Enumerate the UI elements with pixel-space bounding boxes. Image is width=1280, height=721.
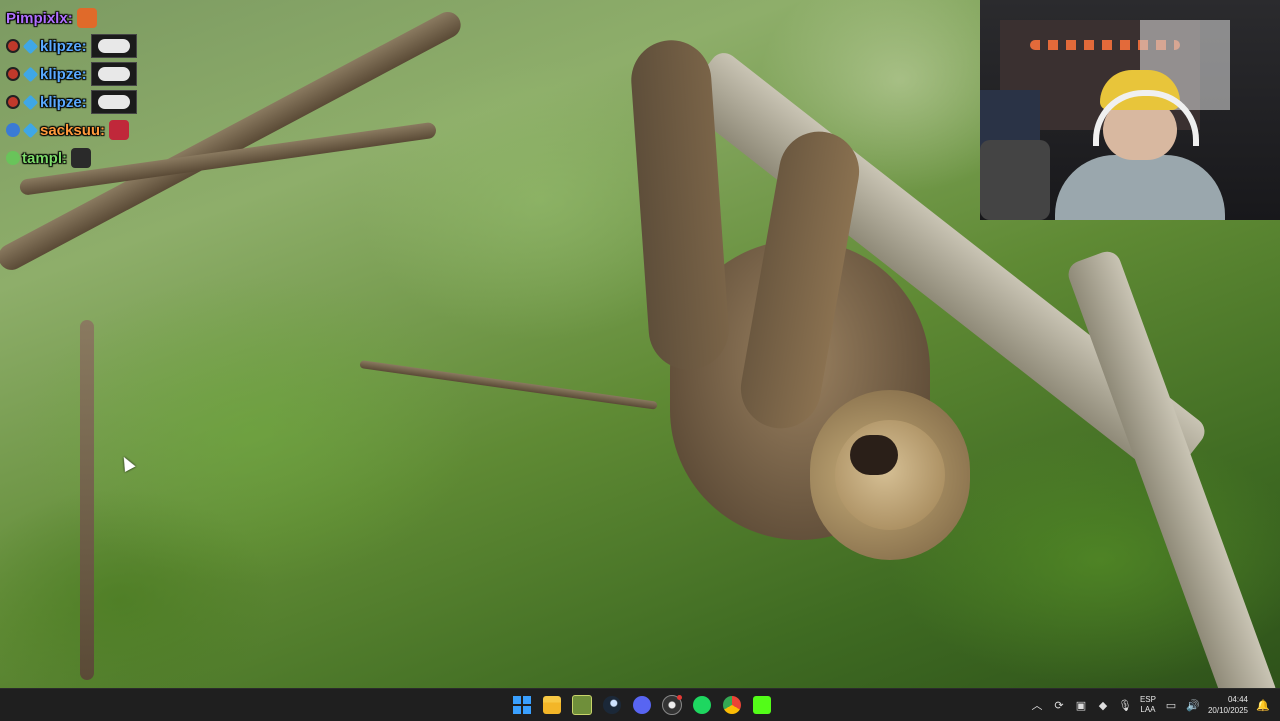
notification-bell-icon[interactable]: 🔔 — [1256, 698, 1270, 712]
discord-icon[interactable] — [630, 693, 654, 717]
chat-username: klipze: — [40, 65, 87, 83]
start-icon[interactable] — [510, 693, 534, 717]
microphone-icon[interactable]: 🎙 — [1118, 698, 1132, 712]
taskbar-apps — [510, 689, 774, 721]
mod-badge-icon — [6, 67, 20, 81]
game-launcher-icon[interactable] — [570, 693, 594, 717]
mod-badge-icon — [6, 39, 20, 53]
sloth — [628, 37, 970, 600]
chat-message: sacksuu: — [6, 116, 137, 144]
spotify-icon[interactable] — [690, 693, 714, 717]
chat-username: sacksuu: — [40, 121, 106, 139]
steam-icon[interactable] — [600, 693, 624, 717]
shield-icon[interactable]: ◆ — [1096, 698, 1110, 712]
chat-username: Pimpixlx: — [6, 9, 73, 27]
file-explorer-icon[interactable] — [540, 693, 564, 717]
volume-icon[interactable]: 🔊 — [1186, 698, 1200, 712]
sync-icon[interactable]: ⟳ — [1052, 698, 1066, 712]
diamond-badge-icon — [22, 66, 39, 82]
chat-emote-icon — [109, 120, 130, 140]
frog-badge-icon — [6, 151, 20, 165]
tree-branch — [359, 360, 658, 410]
keyboard-layout: LAA — [1140, 705, 1156, 714]
diamond-badge-icon — [22, 94, 39, 110]
system-tray: ︿ ⟳ ▣ ◆ 🎙 ESP LAA ▭ 🔊 04:44 20/10/2025 🔔 — [1030, 689, 1270, 721]
language-code: ESP — [1139, 695, 1156, 704]
obs-icon[interactable] — [660, 693, 684, 717]
chat-username: klipze: — [40, 93, 87, 111]
chat-emote-icon — [76, 8, 97, 28]
stream-chat-overlay: Pimpixlx: klipze: klipze: klipze: sacksuu: ta… — [6, 4, 137, 172]
chat-emote-icon — [90, 62, 137, 86]
kick-icon[interactable] — [750, 693, 774, 717]
chat-emote-icon — [90, 34, 137, 58]
network-icon[interactable]: ▭ — [1164, 698, 1178, 712]
chat-message: klipze: — [6, 60, 137, 88]
chat-message: klipze: — [6, 32, 137, 60]
taskbar: ︿ ⟳ ▣ ◆ 🎙 ESP LAA ▭ 🔊 04:44 20/10/2025 🔔 — [0, 688, 1280, 721]
clock-date: 20/10/2025 — [1207, 706, 1248, 715]
chat-message: klipze: — [6, 88, 137, 116]
mossy-branch — [1064, 247, 1280, 688]
chrome-icon[interactable] — [720, 693, 744, 717]
chat-username: tampl: — [22, 149, 67, 167]
chat-message: tampl: — [6, 144, 137, 172]
blue-badge-icon — [6, 123, 20, 137]
chat-message: Pimpixlx: — [6, 4, 137, 32]
clock-time: 04:44 — [1227, 695, 1248, 704]
diamond-badge-icon — [22, 122, 39, 138]
tree-branch — [80, 320, 94, 680]
chat-emote-icon — [90, 90, 137, 114]
recording-dot-icon — [677, 695, 682, 700]
webcam-overlay — [980, 0, 1280, 220]
mod-badge-icon — [6, 95, 20, 109]
chevron-up-icon[interactable]: ︿ — [1030, 698, 1044, 712]
diamond-badge-icon — [22, 38, 39, 54]
streamer — [1055, 70, 1225, 220]
chat-emote-icon — [71, 148, 91, 168]
chat-username: klipze: — [40, 37, 87, 55]
language-indicator[interactable]: ESP LAA — [1140, 695, 1156, 715]
clock[interactable]: 04:44 20/10/2025 — [1208, 694, 1248, 716]
app-tray-icon[interactable]: ▣ — [1074, 698, 1088, 712]
